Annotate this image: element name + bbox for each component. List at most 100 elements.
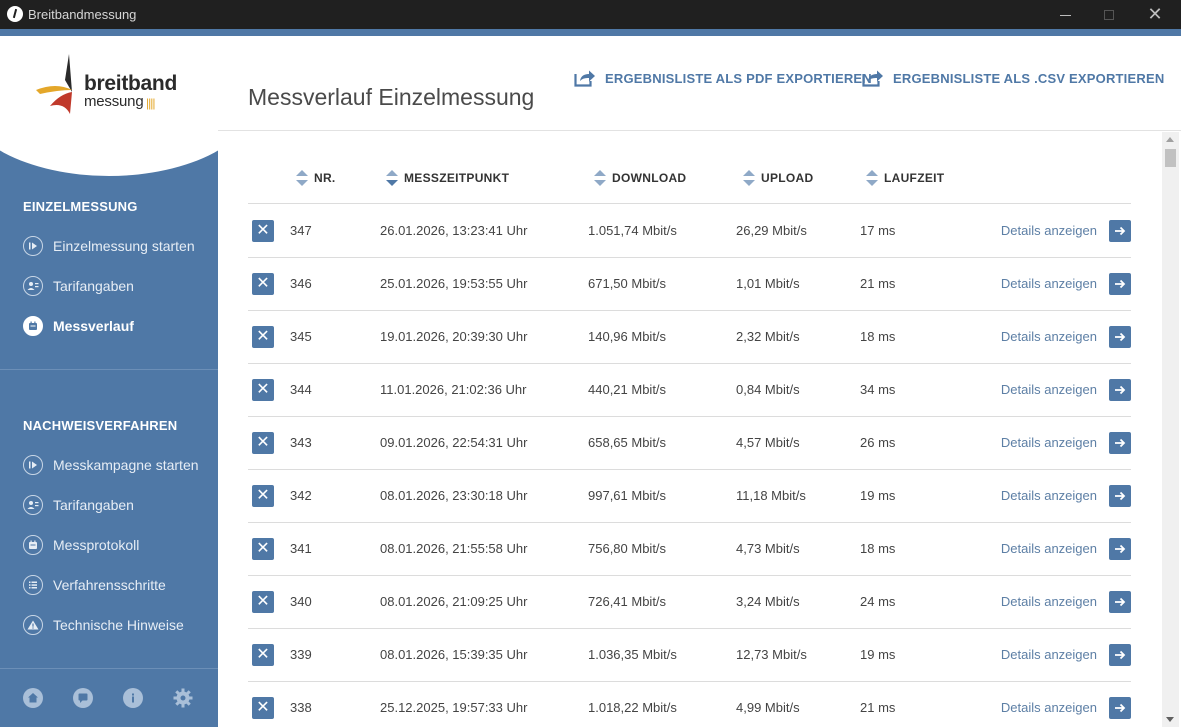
scroll-up-icon[interactable] xyxy=(1166,137,1174,142)
nav-item-label: Einzelmessung starten xyxy=(53,238,195,254)
calendar-icon xyxy=(23,316,43,336)
nav-item-technische-hinweise[interactable]: Technische Hinweise xyxy=(23,613,184,637)
cell-upload: 3,24 Mbit/s xyxy=(736,594,800,609)
delete-button[interactable]: ✕ xyxy=(252,379,274,401)
delete-button[interactable]: ✕ xyxy=(252,538,274,560)
details-arrow-button[interactable] xyxy=(1109,326,1131,348)
cell-messzeitpunkt: 08.01.2026, 21:55:58 Uhr xyxy=(380,541,528,556)
scroll-down-icon[interactable] xyxy=(1166,717,1174,722)
table-row: ✕ 346 25.01.2026, 19:53:55 Uhr 671,50 Mb… xyxy=(248,258,1131,311)
details-link[interactable]: Details anzeigen xyxy=(1001,329,1097,344)
nav-item-verfahrensschritte[interactable]: Verfahrensschritte xyxy=(23,573,166,597)
details-link[interactable]: Details anzeigen xyxy=(1001,647,1097,662)
delete-button[interactable]: ✕ xyxy=(252,591,274,613)
home-icon[interactable] xyxy=(23,688,43,708)
details-arrow-button[interactable] xyxy=(1109,432,1131,454)
export-pdf-button[interactable]: ERGEBNISLISTE ALS PDF EXPORTIEREN xyxy=(574,69,872,87)
cell-nr: 344 xyxy=(290,382,312,397)
column-header-label: LAUFZEIT xyxy=(884,171,945,185)
delete-button[interactable]: ✕ xyxy=(252,697,274,719)
delete-button[interactable]: ✕ xyxy=(252,220,274,242)
cell-messzeitpunkt: 08.01.2026, 21:09:25 Uhr xyxy=(380,594,528,609)
main-header: Messverlauf Einzelmessung ERGEBNISLISTE … xyxy=(218,36,1181,131)
details-arrow-button[interactable] xyxy=(1109,485,1131,507)
details-arrow-button[interactable] xyxy=(1109,644,1131,666)
window-title: Breitbandmessung xyxy=(28,7,137,22)
delete-button[interactable]: ✕ xyxy=(252,644,274,666)
nav-item-einzelmessung-starten[interactable]: Einzelmessung starten xyxy=(23,234,195,258)
cell-upload: 1,01 Mbit/s xyxy=(736,276,800,291)
column-header-nr[interactable]: NR. xyxy=(296,170,336,186)
delete-button[interactable]: ✕ xyxy=(252,485,274,507)
cell-laufzeit: 21 ms xyxy=(860,276,896,291)
column-header-messzeitpunkt[interactable]: MESSZEITPUNKT xyxy=(386,170,509,186)
play-icon xyxy=(23,455,43,475)
export-pdf-label: ERGEBNISLISTE ALS PDF EXPORTIEREN xyxy=(605,70,872,86)
cell-laufzeit: 21 ms xyxy=(860,700,896,715)
gear-icon[interactable] xyxy=(173,688,193,708)
arrow-right-icon xyxy=(1115,544,1126,554)
cell-upload: 0,84 Mbit/s xyxy=(736,382,800,397)
cell-download: 671,50 Mbit/s xyxy=(588,276,667,291)
arrow-right-icon xyxy=(1115,597,1126,607)
main-content: Messverlauf Einzelmessung ERGEBNISLISTE … xyxy=(218,36,1181,727)
page-title: Messverlauf Einzelmessung xyxy=(248,84,535,110)
details-arrow-button[interactable] xyxy=(1109,220,1131,242)
nav-item-messverlauf[interactable]: Messverlauf xyxy=(23,314,134,338)
app-logo[interactable]: breitband messung |||| xyxy=(36,50,186,120)
details-link[interactable]: Details anzeigen xyxy=(1001,382,1097,397)
info-icon[interactable] xyxy=(123,688,143,708)
column-header-upload[interactable]: UPLOAD xyxy=(743,170,813,186)
arrow-right-icon xyxy=(1115,332,1126,342)
app-icon xyxy=(7,6,23,22)
cell-nr: 338 xyxy=(290,700,312,715)
results-table: NR. MESSZEITPUNKT DOWNLOAD UPLOAD LAUFZE… xyxy=(248,132,1131,727)
table-row: ✕ 345 19.01.2026, 20:39:30 Uhr 140,96 Mb… xyxy=(248,311,1131,364)
vertical-scrollbar[interactable] xyxy=(1162,132,1179,727)
details-link[interactable]: Details anzeigen xyxy=(1001,276,1097,291)
nav-item-messkampagne-starten[interactable]: Messkampagne starten xyxy=(23,453,199,477)
column-header-laufzeit[interactable]: LAUFZEIT xyxy=(866,170,944,186)
nav-item-tarifangaben[interactable]: Tarifangaben xyxy=(23,274,134,298)
details-link[interactable]: Details anzeigen xyxy=(1001,435,1097,450)
details-link[interactable]: Details anzeigen xyxy=(1001,594,1097,609)
cell-messzeitpunkt: 25.01.2026, 19:53:55 Uhr xyxy=(380,276,528,291)
sidebar-divider xyxy=(0,369,218,370)
details-link[interactable]: Details anzeigen xyxy=(1001,541,1097,556)
cell-upload: 12,73 Mbit/s xyxy=(736,647,807,662)
cell-nr: 345 xyxy=(290,329,312,344)
details-arrow-button[interactable] xyxy=(1109,591,1131,613)
cell-laufzeit: 18 ms xyxy=(860,329,896,344)
nav-item-messprotokoll[interactable]: Messprotokoll xyxy=(23,533,139,557)
sort-icon xyxy=(866,170,878,186)
accent-bar xyxy=(0,29,1181,36)
details-arrow-button[interactable] xyxy=(1109,273,1131,295)
details-arrow-button[interactable] xyxy=(1109,697,1131,719)
cell-upload: 4,73 Mbit/s xyxy=(736,541,800,556)
cell-upload: 4,57 Mbit/s xyxy=(736,435,800,450)
delete-button[interactable]: ✕ xyxy=(252,273,274,295)
column-header-download[interactable]: DOWNLOAD xyxy=(594,170,686,186)
nav-section-nachweisverfahren: NACHWEISVERFAHREN xyxy=(23,418,178,433)
logo-text-messung: messung xyxy=(84,93,144,110)
play-icon xyxy=(23,236,43,256)
cell-laufzeit: 34 ms xyxy=(860,382,896,397)
maximize-button[interactable] xyxy=(1086,0,1132,29)
details-link[interactable]: Details anzeigen xyxy=(1001,223,1097,238)
details-arrow-button[interactable] xyxy=(1109,379,1131,401)
delete-button[interactable]: ✕ xyxy=(252,432,274,454)
chat-icon[interactable] xyxy=(73,688,93,708)
close-button[interactable]: ✕ xyxy=(1132,0,1178,29)
nav-item-label: Verfahrensschritte xyxy=(53,577,166,593)
nav-item-label: Messprotokoll xyxy=(53,537,140,553)
details-link[interactable]: Details anzeigen xyxy=(1001,488,1097,503)
minimize-button[interactable] xyxy=(1042,0,1088,29)
scrollbar-thumb[interactable] xyxy=(1165,149,1176,167)
details-link[interactable]: Details anzeigen xyxy=(1001,700,1097,715)
delete-button[interactable]: ✕ xyxy=(252,326,274,348)
export-csv-button[interactable]: ERGEBNISLISTE ALS .CSV EXPORTIEREN xyxy=(862,69,1164,87)
details-arrow-button[interactable] xyxy=(1109,538,1131,560)
cell-messzeitpunkt: 09.01.2026, 22:54:31 Uhr xyxy=(380,435,528,450)
nav-item-label: Messkampagne starten xyxy=(53,457,199,473)
nav-item-tarifangaben-2[interactable]: Tarifangaben xyxy=(23,493,134,517)
